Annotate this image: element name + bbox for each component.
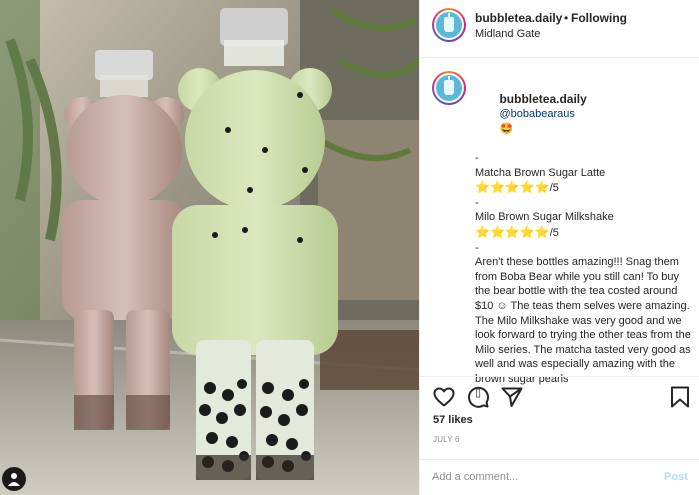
tagged-user-icon[interactable] <box>2 467 26 491</box>
bookmark-icon[interactable] <box>668 385 692 409</box>
post-photo[interactable] <box>0 0 419 495</box>
caption-avatar[interactable] <box>432 71 466 105</box>
likes-count[interactable]: 57 likes <box>433 414 473 426</box>
comment-bar: Post <box>420 459 699 495</box>
location-link[interactable]: Midland Gate <box>475 28 540 40</box>
mention-link[interactable]: @bobabearaus <box>499 108 574 120</box>
post-date: JULY 6 <box>433 435 460 444</box>
caption-username[interactable]: bubbletea.daily <box>499 92 586 106</box>
star-rating-icon: ⭐⭐⭐⭐⭐ <box>475 224 550 239</box>
star-rating-icon: ⭐⭐⭐⭐⭐ <box>475 180 550 195</box>
following-button[interactable]: Following <box>571 11 627 25</box>
rating-score: /5 <box>549 182 559 195</box>
comment-icon[interactable] <box>466 385 490 409</box>
caption-area: bubbletea.daily @bobabearaus 🤩 - Matcha … <box>420 59 699 399</box>
post-details-panel: bubbletea.daily • Following Midland Gate… <box>419 0 699 495</box>
caption-dash: - <box>475 196 479 209</box>
actions-bar: 57 likes JULY 6 <box>420 376 699 459</box>
caption-dash: - <box>475 151 479 164</box>
follow-separator: • <box>564 11 569 25</box>
send-icon[interactable] <box>500 385 524 409</box>
bear-bottles-image <box>0 0 419 495</box>
header-username[interactable]: bubbletea.daily <box>475 11 562 25</box>
heart-icon[interactable] <box>432 385 456 409</box>
post-header: bubbletea.daily • Following Midland Gate <box>420 0 699 58</box>
comment-input[interactable] <box>432 471 632 483</box>
caption-item-name: Matcha Brown Sugar Latte <box>475 166 606 179</box>
caption-dash: - <box>475 241 479 254</box>
caption-body: Aren't these bottles amazing!!! Snag the… <box>475 256 694 385</box>
avatar[interactable] <box>432 8 466 42</box>
post-comment-button[interactable]: Post <box>664 471 688 483</box>
caption-item-name: Milo Brown Sugar Milkshake <box>475 211 614 224</box>
star-struck-emoji: 🤩 <box>499 122 514 135</box>
rating-score: /5 <box>549 226 559 239</box>
caption: bubbletea.daily @bobabearaus 🤩 - Matcha … <box>475 77 697 401</box>
